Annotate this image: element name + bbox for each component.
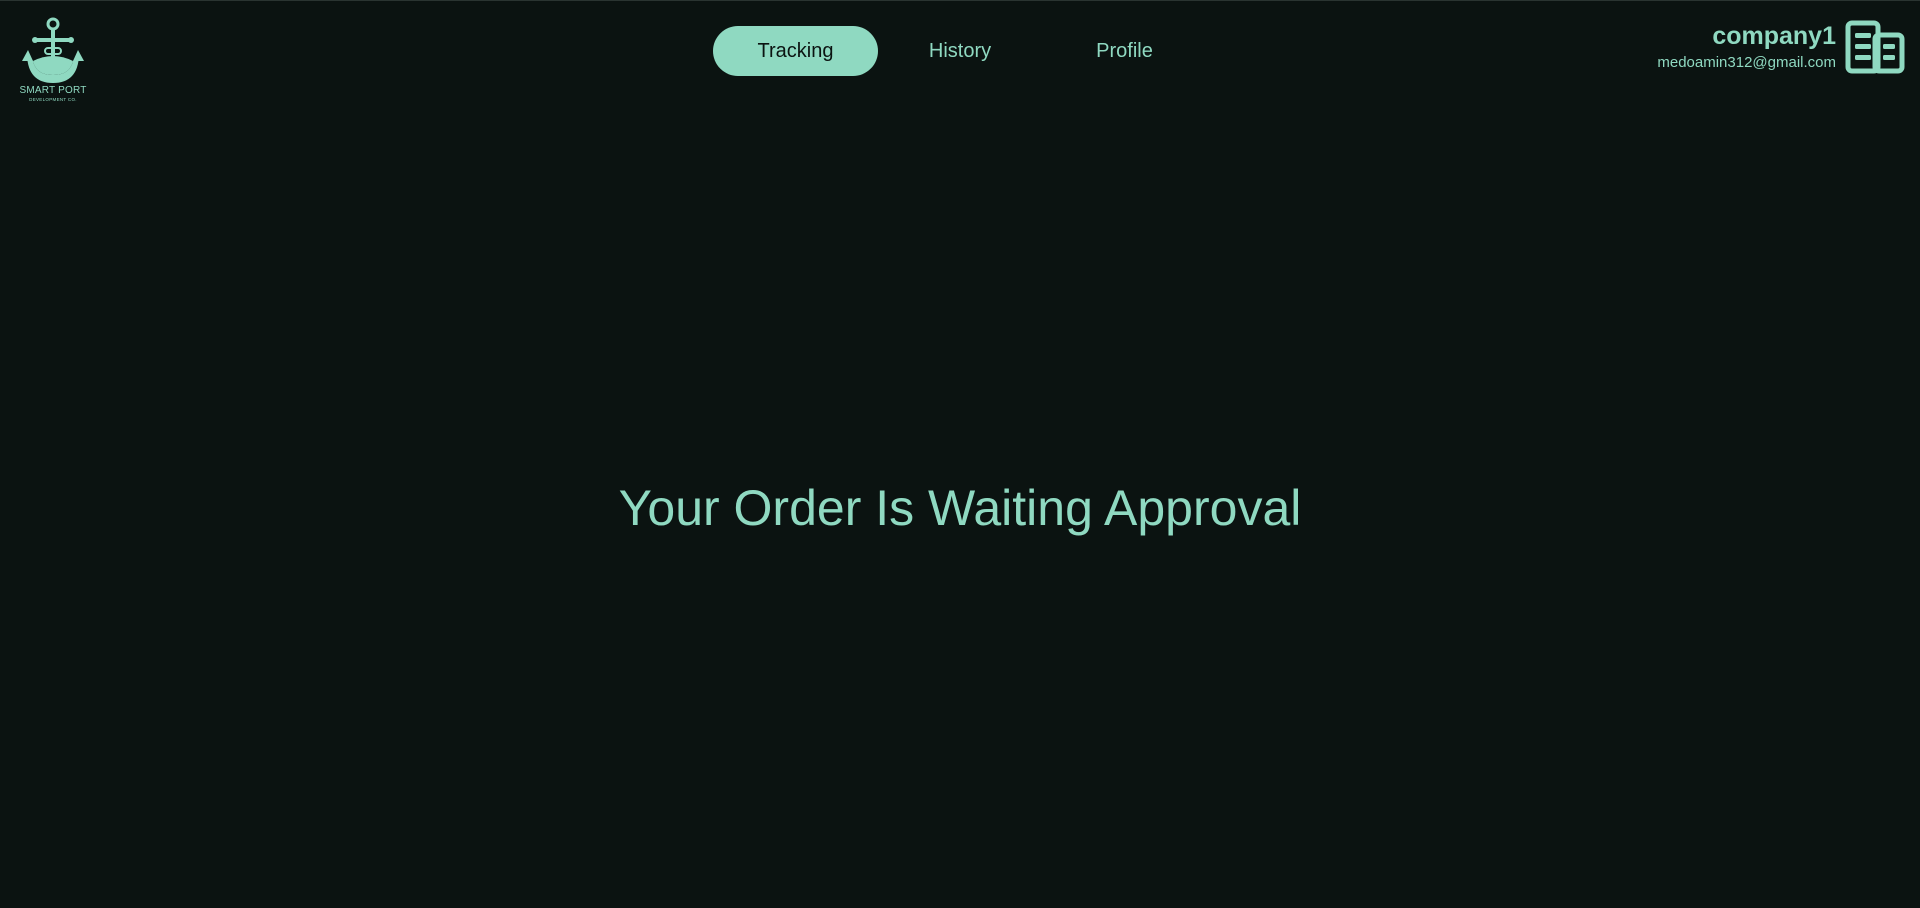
company-name: company1: [1712, 22, 1836, 50]
building-icon[interactable]: [1845, 20, 1905, 74]
user-email: medoamin312@gmail.com: [1657, 54, 1836, 71]
tab-tracking[interactable]: Tracking: [713, 26, 878, 76]
page: SMART PORT DEVELOPMENT CO. Tracking Hist…: [0, 0, 1920, 908]
logo-subtitle: DEVELOPMENT CO.: [29, 97, 77, 102]
main-nav: Tracking History Profile: [713, 26, 1207, 76]
logo[interactable]: SMART PORT DEVELOPMENT CO.: [18, 17, 90, 105]
status-message: Your Order Is Waiting Approval: [618, 480, 1302, 536]
tab-history[interactable]: History: [878, 26, 1042, 76]
user-info: company1 medoamin312@gmail.com: [1657, 21, 1836, 73]
tab-profile[interactable]: Profile: [1042, 26, 1207, 76]
logo-title: SMART PORT: [19, 85, 87, 96]
anchor-icon: [22, 17, 84, 83]
